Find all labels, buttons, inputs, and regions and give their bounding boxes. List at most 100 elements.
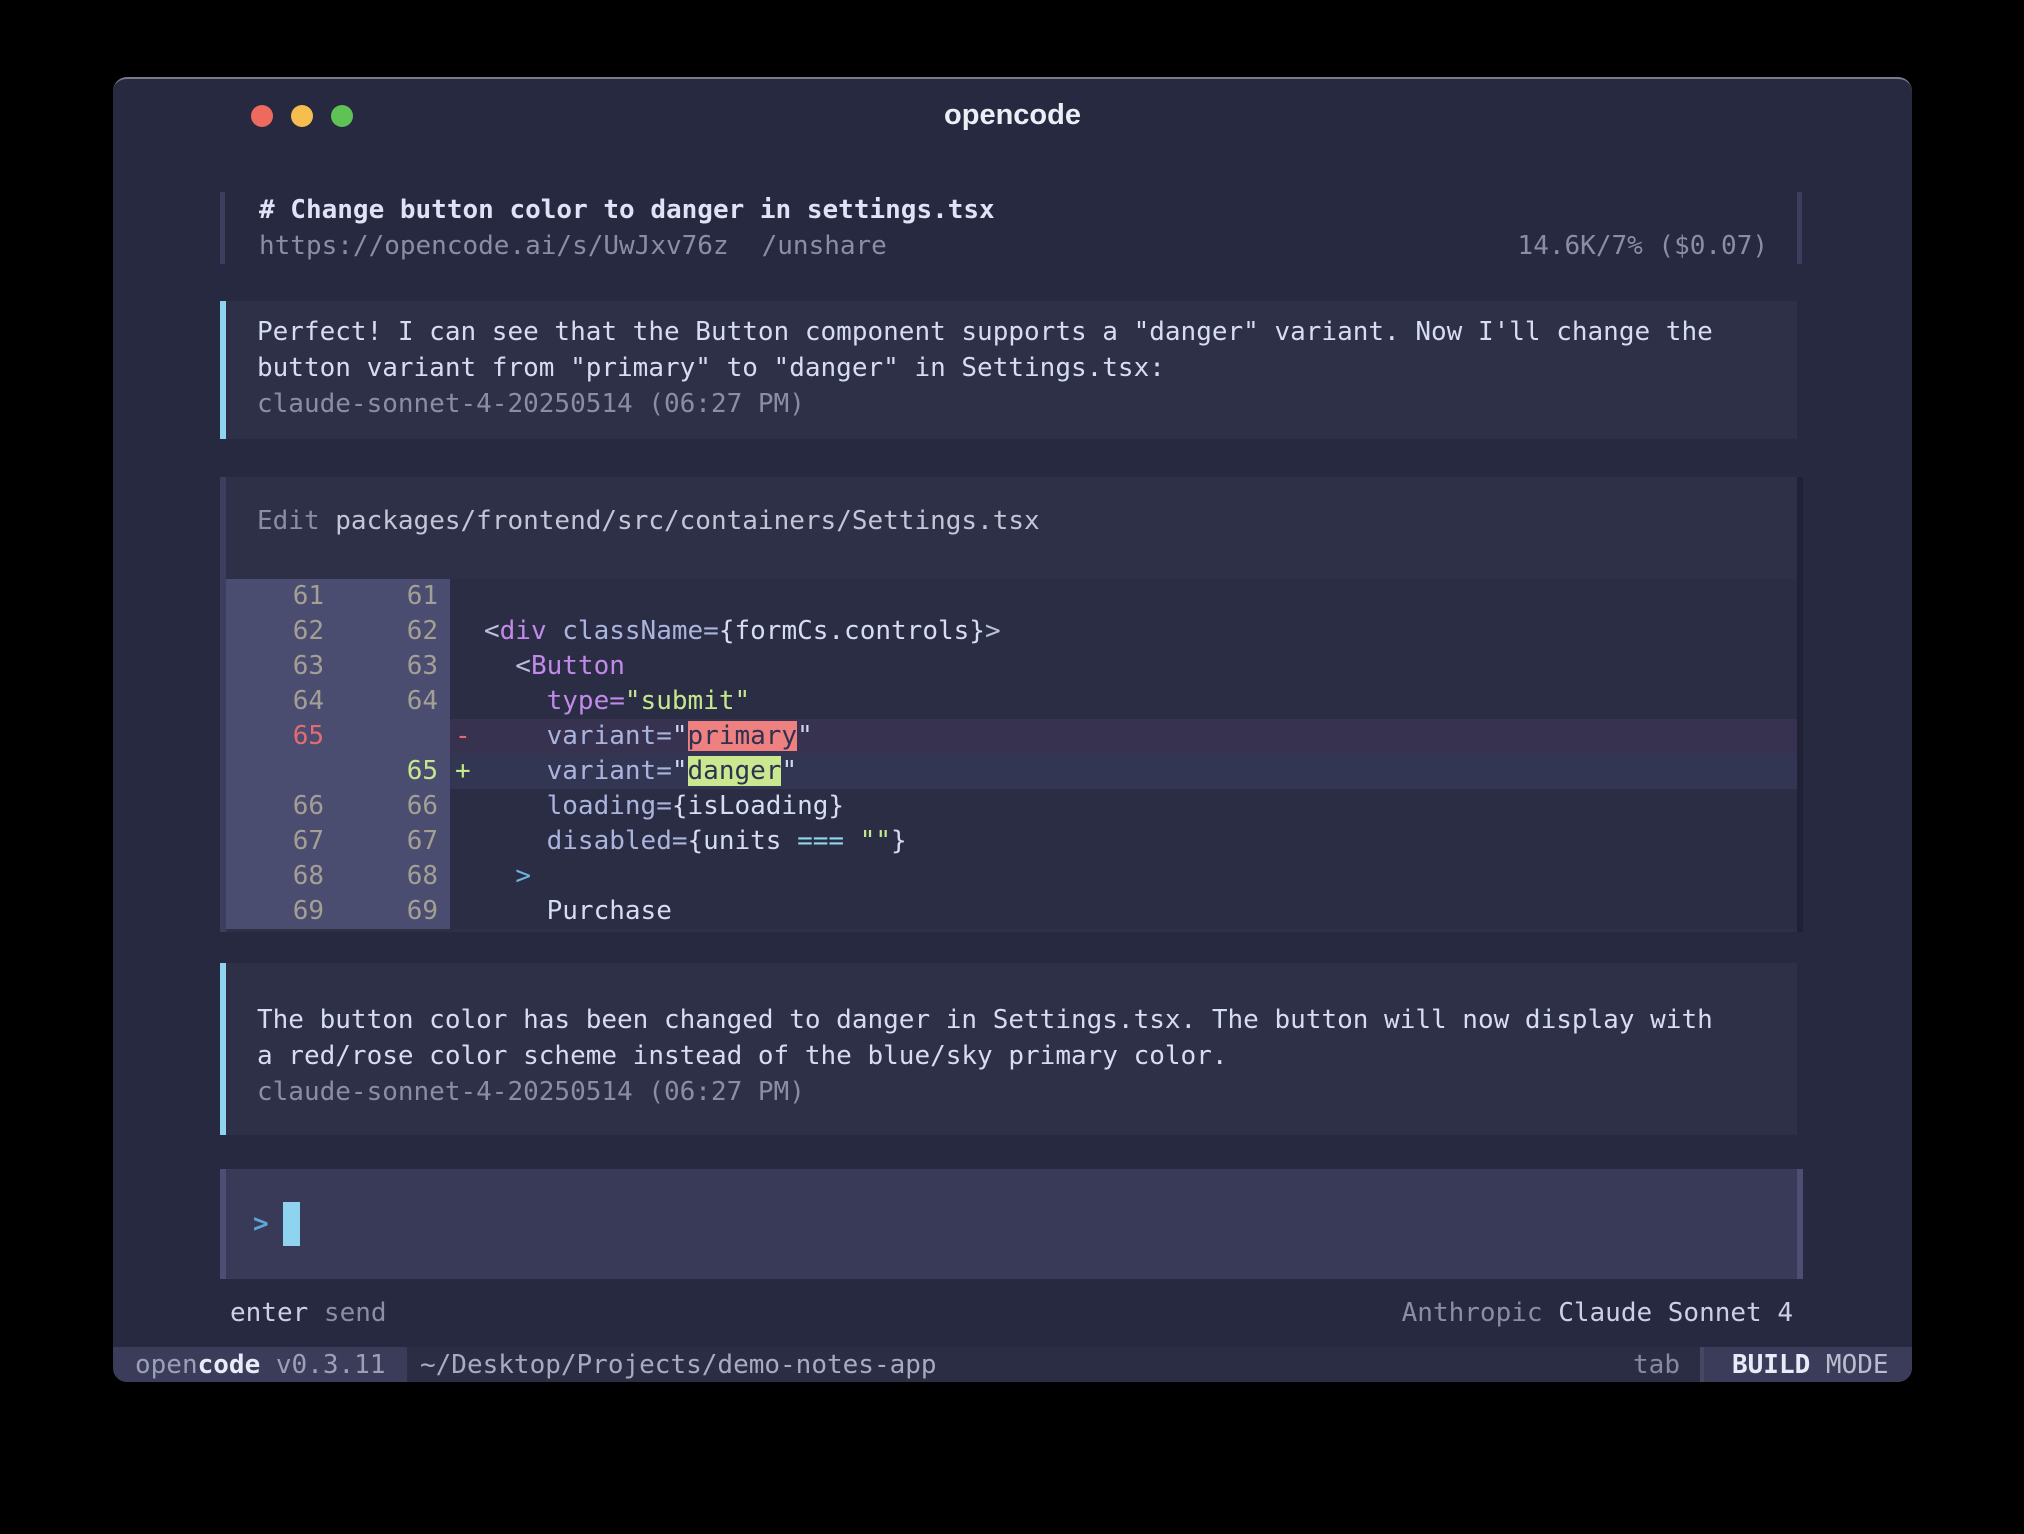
code-token: > (515, 861, 531, 891)
diff-row: 6767 disabled={units === ""} (226, 824, 1797, 859)
code-token: } (891, 826, 907, 856)
code-token: "submit" (625, 686, 750, 716)
code-token: loading= (547, 791, 672, 821)
code-token: {formCs.controls} (719, 616, 985, 646)
diff-new-line-number (336, 719, 450, 754)
app-name-open: open (135, 1350, 198, 1380)
code-token: " (781, 756, 797, 786)
diff-row: 6363 <Button (226, 649, 1797, 684)
message-text-line: Perfect! I can see that the Button compo… (226, 314, 1797, 350)
tab-key-hint[interactable]: tab (1633, 1347, 1680, 1382)
diff-old-line-number: 65 (226, 719, 336, 754)
mode-suffix-label: MODE (1810, 1350, 1888, 1380)
diff-row: 65+ variant="danger" (226, 754, 1797, 789)
unshare-command[interactable]: /unshare (762, 228, 887, 264)
mode-indicator: tab BUILD MODE (1633, 1347, 1912, 1382)
diff-change-marker: - (450, 719, 481, 754)
code-token (484, 896, 547, 926)
model-name: Claude Sonnet 4 (1543, 1298, 1793, 1328)
code-token: Purchase (547, 896, 672, 926)
diff-row: 6262<div className={formCs.controls}> (226, 614, 1797, 649)
code-token: variant= (547, 721, 672, 751)
diff-new-line-number: 68 (336, 859, 450, 894)
diff-code-line: variant="primary" (481, 719, 813, 754)
edit-scrollbar[interactable] (1797, 477, 1803, 932)
diff-new-line-number: 61 (336, 579, 450, 614)
code-token (484, 686, 547, 716)
diff-new-line-number: 63 (336, 649, 450, 684)
app-name-code: code (198, 1350, 261, 1380)
context-usage: 14.6K/7% ($0.07) (1518, 228, 1768, 264)
diff-change-marker (450, 859, 481, 894)
diff-row: 6161 (226, 579, 1797, 614)
message-text-line: a red/rose color scheme instead of the b… (226, 1038, 1797, 1074)
prompt-input[interactable]: > (220, 1169, 1797, 1279)
text-cursor (283, 1202, 300, 1246)
window-titlebar: opencode (113, 79, 1912, 135)
diff-new-line-number: 67 (336, 824, 450, 859)
diff-change-marker (450, 579, 481, 614)
diff-old-line-number: 69 (226, 894, 336, 929)
prompt-border-right (1797, 1169, 1803, 1279)
session-header: # Change button color to danger in setti… (220, 192, 1802, 264)
diff-change-marker (450, 789, 481, 824)
diff-new-line-number: 65 (336, 754, 450, 789)
diff-row: 6868 > (226, 859, 1797, 894)
diff-old-line-number: 64 (226, 684, 336, 719)
diff-code-line: loading={isLoading} (481, 789, 844, 824)
code-token (547, 616, 563, 646)
diff-row: 6464 type="submit" (226, 684, 1797, 719)
code-token (484, 826, 547, 856)
code-token (484, 721, 547, 751)
code-token: " (797, 721, 813, 751)
diff-code-line: <Button (481, 649, 625, 684)
diff-old-line-number: 68 (226, 859, 336, 894)
send-action-label: send (308, 1298, 386, 1328)
diff-code-line: type="submit" (481, 684, 750, 719)
code-token: " (672, 756, 688, 786)
code-token: Button (531, 651, 625, 681)
diff-code-line (481, 579, 484, 614)
diff-row: 65 - variant="primary" (226, 719, 1797, 754)
edit-tool-title: Edit packages/frontend/src/containers/Se… (226, 504, 1797, 539)
message-text-line: button variant from "primary" to "danger… (226, 350, 1797, 386)
opencode-window: opencode # Change button color to danger… (113, 77, 1912, 1382)
status-bar: opencode v0.3.11 ~/Desktop/Projects/demo… (113, 1347, 1912, 1382)
diff-view: 61616262<div className={formCs.controls}… (226, 579, 1797, 929)
code-token (484, 861, 515, 891)
diff-new-line-number: 69 (336, 894, 450, 929)
diff-old-line-number: 67 (226, 824, 336, 859)
code-token: === (797, 826, 844, 856)
diff-old-line-number (226, 754, 336, 789)
model-indicator: Anthropic Claude Sonnet 4 (1402, 1295, 1793, 1331)
code-token: "" (860, 826, 891, 856)
diff-new-line-number: 64 (336, 684, 450, 719)
window-title: opencode (113, 99, 1912, 132)
diff-change-marker: + (450, 754, 481, 789)
working-directory: ~/Desktop/Projects/demo-notes-app (420, 1347, 937, 1382)
edit-tool-block: Edit packages/frontend/src/containers/Se… (220, 477, 1797, 932)
mode-build-label: BUILD (1732, 1350, 1810, 1380)
diff-code-line: Purchase (481, 894, 672, 929)
diff-code-line: > (481, 859, 531, 894)
code-token (844, 826, 860, 856)
edit-tool-action: Edit (257, 506, 335, 536)
footer-hints: enter send Anthropic Claude Sonnet 4 (230, 1295, 1793, 1331)
code-token: disabled= (547, 826, 688, 856)
app-version: v0.3.11 (260, 1350, 385, 1380)
diff-code-line: disabled={units === ""} (481, 824, 907, 859)
code-token: variant= (547, 756, 672, 786)
code-token: type= (547, 686, 625, 716)
code-token: " (672, 721, 688, 751)
share-url[interactable]: https://opencode.ai/s/UwJxv76z (259, 228, 729, 264)
diff-code-line: variant="danger" (481, 754, 797, 789)
code-token: {isLoading} (672, 791, 844, 821)
edit-tool-filepath: packages/frontend/src/containers/Setting… (335, 506, 1039, 536)
prompt-symbol: > (253, 1209, 269, 1239)
diff-code-line: <div className={formCs.controls}> (481, 614, 1001, 649)
session-border-right (1797, 192, 1802, 264)
diff-new-line-number: 66 (336, 789, 450, 824)
diff-old-line-number: 62 (226, 614, 336, 649)
message-text-line: The button color has been changed to dan… (226, 1002, 1797, 1038)
diff-row: 6666 loading={isLoading} (226, 789, 1797, 824)
